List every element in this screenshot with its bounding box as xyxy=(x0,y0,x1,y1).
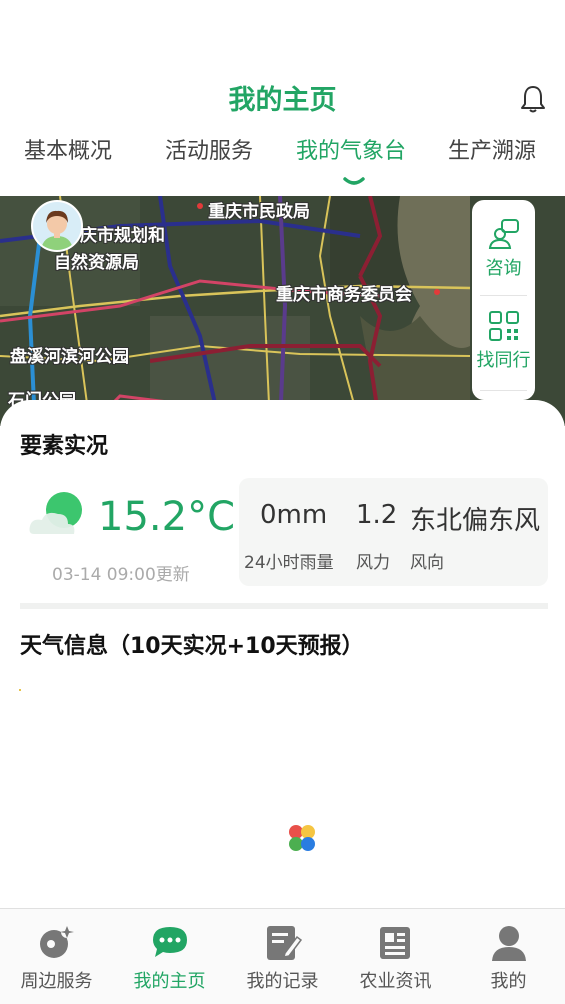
section-title-weather-now: 要素实况 xyxy=(20,434,109,459)
news-icon xyxy=(380,927,410,959)
nav-my-records[interactable]: 我的记录 xyxy=(226,909,339,1004)
nav-label: 我的记录 xyxy=(246,971,319,992)
map-label: 重庆市民政局 xyxy=(208,202,310,222)
nav-agri-news[interactable]: 农业资讯 xyxy=(339,909,452,1004)
temperature-value: 15.2°C xyxy=(98,494,235,540)
map-label: 庆市规划和 xyxy=(80,226,165,246)
map-label: 盘溪河滨河公园 xyxy=(10,347,129,367)
tab-my-weather-station[interactable]: 我的气象台 xyxy=(296,132,406,174)
record-edit-icon xyxy=(267,926,303,960)
qr-code-icon xyxy=(488,311,519,341)
wind-direction-value: 东北偏东风 xyxy=(410,506,541,536)
tab-production-tracing[interactable]: 生产溯源 xyxy=(448,132,536,174)
updated-time: 03-14 09:00更新 xyxy=(52,565,190,585)
nav-nearby-service[interactable]: 周边服务 xyxy=(0,909,113,1004)
active-tab-indicator xyxy=(343,177,365,185)
side-action-panel: 咨询 找同行 xyxy=(472,200,535,400)
wind-force-label: 风力 xyxy=(356,553,390,573)
section-divider xyxy=(20,603,548,609)
consult-icon xyxy=(488,219,519,249)
tab-activity-service[interactable]: 活动服务 xyxy=(165,132,253,174)
divider xyxy=(480,390,527,391)
nav-label: 周边服务 xyxy=(20,971,93,992)
bell-icon[interactable] xyxy=(519,84,547,114)
tab-overview[interactable]: 基本概况 xyxy=(24,132,112,174)
profile-icon xyxy=(492,926,526,961)
rainfall-label: 24小时雨量 xyxy=(244,553,334,573)
map-label: 重庆市商务委员会 xyxy=(276,285,412,305)
nav-profile[interactable]: 我的 xyxy=(452,909,565,1004)
partly-cloudy-icon xyxy=(29,492,82,534)
consult-label: 咨询 xyxy=(485,258,522,279)
find-peers-button[interactable]: 找同行 xyxy=(472,310,535,372)
avatar-icon[interactable] xyxy=(31,200,83,252)
nav-label: 农业资讯 xyxy=(359,971,432,992)
nav-label: 我的主页 xyxy=(133,971,206,992)
weather-stats-card: 0mm 24小时雨量 1.2 风力 东北偏东风 风向 xyxy=(239,478,548,586)
wind-force-value: 1.2 xyxy=(356,500,398,530)
consult-button[interactable]: 咨询 xyxy=(472,218,535,280)
map-label: 自然资源局 xyxy=(54,253,139,273)
chat-bubble-icon xyxy=(153,927,187,957)
nav-my-home[interactable]: 我的主页 xyxy=(113,909,226,1004)
chart-placeholder-dot xyxy=(19,689,21,691)
find-peers-label: 找同行 xyxy=(476,350,531,371)
tab-bar: 基本概况 活动服务 我的气象台 生产溯源 xyxy=(0,132,565,180)
nearby-service-icon xyxy=(40,926,74,958)
page-title: 我的主页 xyxy=(228,85,337,116)
divider xyxy=(480,295,527,296)
section-title-forecast: 天气信息（10天实况+10天预报） xyxy=(20,634,364,659)
bottom-navigation: 周边服务 我的主页 我的记录 农业资讯 我的 xyxy=(0,908,565,1004)
nav-label: 我的 xyxy=(490,971,527,992)
wind-direction-label: 风向 xyxy=(410,553,444,573)
rainfall-value: 0mm xyxy=(260,500,328,530)
loading-spinner-icon xyxy=(289,825,315,851)
